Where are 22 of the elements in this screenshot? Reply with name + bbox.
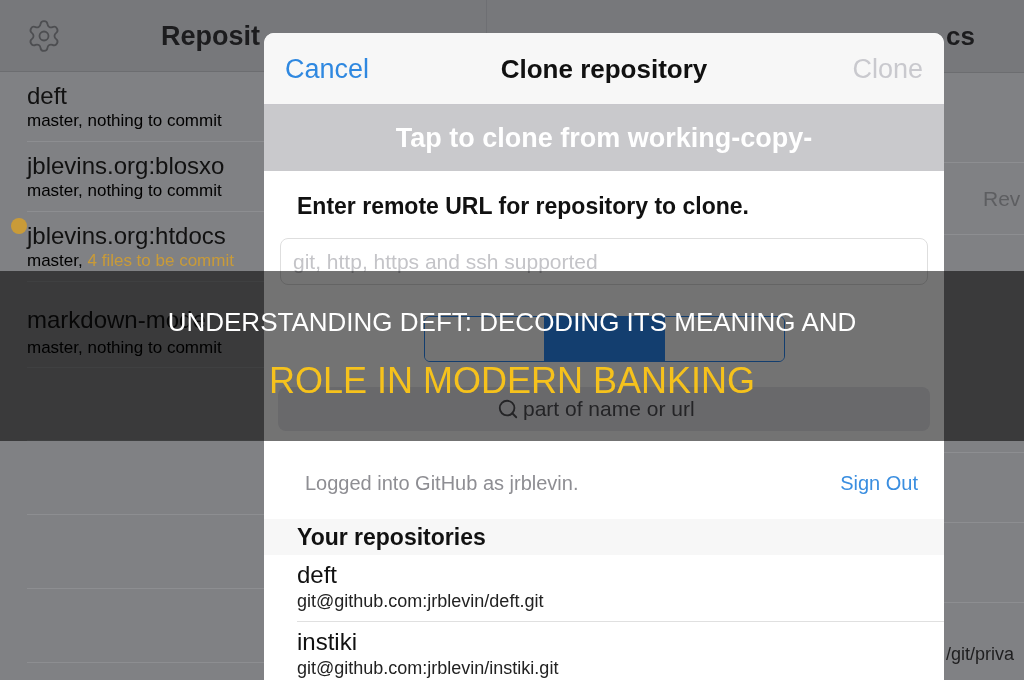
repository-status: master, nothing to commit (27, 338, 222, 358)
search-icon (497, 398, 519, 420)
repository-name[interactable]: instiki (297, 628, 357, 656)
pane-title: Reposit (161, 19, 260, 52)
repository-name[interactable]: deft (27, 82, 68, 110)
repository-status: master, nothing to commit (27, 111, 222, 131)
pane-title: cs (946, 20, 975, 52)
repository-status: master, 4 files to be commit (27, 251, 234, 271)
section-title: Your repositories (297, 523, 486, 551)
dialog-title: Clone repository (500, 52, 708, 85)
repository-path: /git/priva (946, 644, 1015, 664)
cancel-button[interactable]: Cancel (285, 52, 370, 85)
sign-out-link[interactable]: Sign Out (840, 471, 918, 495)
url-prompt: Enter remote URL for repository to clone. (297, 192, 749, 220)
repository-name[interactable]: jblevins.org:blosxo (27, 152, 225, 180)
repository-url: git@github.com:jrblevin/deft.git (297, 591, 544, 611)
repository-url: git@github.com:jrblevin/instiki.git (297, 658, 559, 678)
repository-name[interactable]: deft (297, 561, 338, 589)
repository-status: master, nothing to commit (27, 181, 222, 201)
account-status: Logged into GitHub as jrblevin. (305, 471, 579, 495)
url-field[interactable]: git, http, https and ssh supported (280, 238, 928, 285)
repository-name[interactable]: jblevins.org:htdocs (27, 222, 226, 250)
